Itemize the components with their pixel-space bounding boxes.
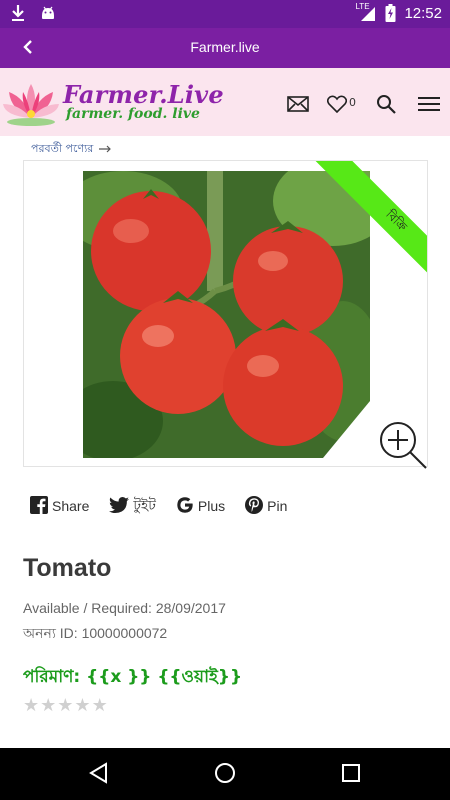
system-nav-bar [0,748,450,800]
share-label: Plus [197,498,226,514]
arrow-right-icon [99,143,112,156]
android-icon [40,4,56,22]
share-google-plus-button[interactable]: Plus [176,494,225,518]
nav-recents-icon[interactable] [342,764,360,786]
zoom-in-icon[interactable] [378,420,428,474]
ribbon-label: বিক্রি [383,207,410,234]
site-header: Farmer.Live farmer. food. live 0 [0,68,450,136]
download-icon [10,4,26,22]
share-facebook-button[interactable]: Share [30,494,89,518]
availability-date: Available / Required: 28/09/2017 [23,600,226,616]
mail-icon[interactable] [287,96,309,116]
clock: 12:52 [404,4,442,22]
app-title: Farmer.live [190,39,260,55]
share-label: Pin [267,498,288,514]
heart-icon[interactable] [326,95,348,117]
menu-icon[interactable] [418,96,440,116]
share-label: Share [52,498,90,514]
facebook-icon [30,495,48,517]
nav-home-icon[interactable] [214,762,236,788]
brand-title: Farmer.Live [63,80,224,109]
star-icon: ★ [40,695,57,716]
search-icon[interactable] [376,94,396,118]
star-icon: ★ [57,695,74,716]
share-row: Share টুইট Plus Pin [30,494,307,518]
next-product-label: পরবর্তী পণ্যের [31,142,94,155]
star-icon: ★ [23,695,40,716]
battery-icon [385,4,396,22]
next-product-link[interactable]: পরবর্তী পণ্যের [31,140,112,159]
status-bar: LTE 12:52 [0,0,450,28]
share-twitter-button[interactable]: টুইট [109,494,156,518]
share-pinterest-button[interactable]: Pin [245,494,287,518]
app-bar: Farmer.live [0,28,450,68]
unique-id: অনন্য ID: 10000000072 [23,625,168,641]
product-photo[interactable] [83,171,370,458]
google-plus-icon [176,496,194,517]
wishlist-count: 0 [349,96,356,109]
brand-tagline: farmer. food. live [66,106,200,122]
twitter-icon [109,496,130,516]
quantity-label: পরিমাণ: {{x }} {{ওয়াই}} [23,667,243,687]
pinterest-icon [245,495,264,517]
signal-icon: LTE [355,2,377,22]
nav-back-icon[interactable] [88,762,108,788]
share-label: টুইট [133,497,156,513]
star-rating: ★ ★ ★ ★ ★ [23,697,108,715]
product-title: Tomato [23,554,112,582]
product-image-box: বিক্রি [23,160,428,467]
star-icon: ★ [74,695,91,716]
lotus-logo[interactable] [3,78,59,128]
star-icon: ★ [91,695,108,716]
